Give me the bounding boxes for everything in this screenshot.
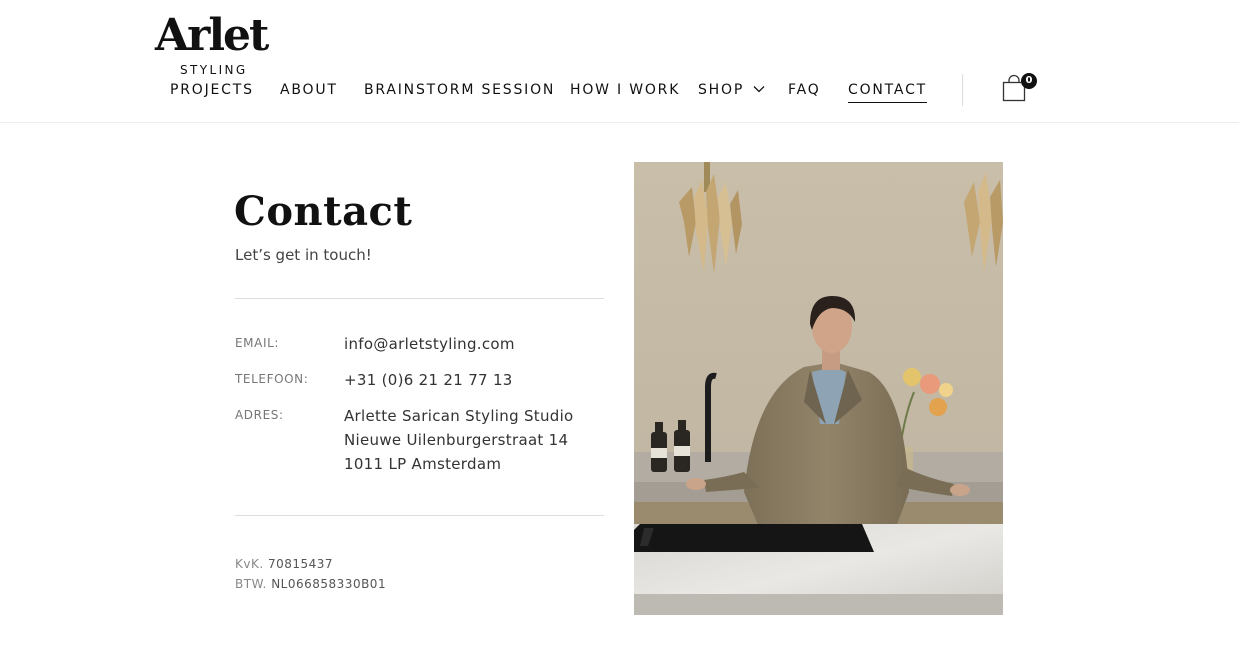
kvk-value: 70815437 [267, 557, 334, 571]
nav-item-about[interactable]: ABOUT [280, 80, 338, 100]
nav-item-brainstorm-session[interactable]: BRAINSTORM SESSION [364, 80, 555, 100]
portrait-photo [634, 162, 1003, 615]
phone-link[interactable]: +31 (0)6 21 21 77 13 [344, 368, 513, 392]
email-link[interactable]: info@arletstyling.com [344, 332, 515, 356]
header-divider [962, 74, 963, 106]
nav-item-how-i-work[interactable]: HOW I WORK [570, 80, 680, 100]
page-title: Contact [234, 188, 413, 235]
phone-label: TELEFOON: [235, 372, 309, 386]
address-line-3: 1011 LP Amsterdam [344, 455, 502, 473]
site-header: Arlet STYLING PROJECTS ABOUT BRAINSTORM … [0, 0, 1239, 123]
page-subtitle: Let’s get in touch! [235, 246, 372, 264]
nav-item-shop-label: SHOP [698, 82, 745, 98]
btw-number: BTW. NL066858330B01 [235, 575, 386, 593]
btw-label: BTW. [235, 577, 267, 591]
chevron-down-icon [753, 85, 765, 92]
section-divider-top [235, 298, 604, 299]
site-logo[interactable]: Arlet STYLING [155, 10, 273, 80]
email-label: EMAIL: [235, 336, 280, 350]
logo-tagline: STYLING [180, 63, 248, 77]
section-divider-bottom [235, 515, 604, 516]
nav-item-faq[interactable]: FAQ [788, 80, 821, 100]
logo-wordmark: Arlet [155, 10, 269, 61]
nav-item-contact[interactable]: CONTACT [848, 80, 927, 103]
cart-count-badge: 0 [1021, 73, 1037, 89]
address-line-1: Arlette Sarican Styling Studio [344, 407, 574, 425]
nav-item-projects[interactable]: PROJECTS [170, 80, 254, 100]
nav-item-shop[interactable]: SHOP [698, 80, 765, 100]
kvk-number: KvK. 70815437 [235, 555, 333, 573]
address-line-2: Nieuwe Uilenburgerstraat 14 [344, 431, 569, 449]
kvk-label: KvK. [235, 557, 264, 571]
btw-value: NL066858330B01 [271, 577, 387, 591]
address-label: ADRES: [235, 408, 284, 422]
